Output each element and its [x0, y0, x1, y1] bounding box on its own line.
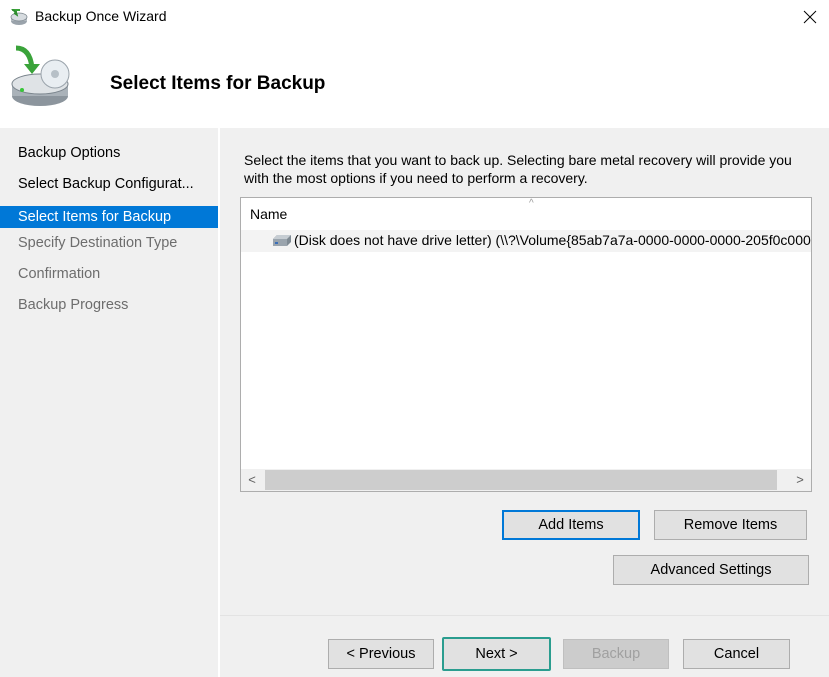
list-item-label: (Disk does not have drive letter) (\\?\V…	[294, 232, 811, 248]
horizontal-scrollbar[interactable]: < >	[241, 469, 811, 491]
previous-button[interactable]: < Previous	[328, 639, 434, 669]
step-backup-progress: Backup Progress	[18, 297, 129, 313]
next-button[interactable]: Next >	[442, 637, 551, 671]
title-bar: Backup Once Wizard	[0, 0, 829, 36]
page-title: Select Items for Backup	[110, 73, 326, 94]
cancel-button[interactable]: Cancel	[683, 639, 790, 669]
backup-wizard-icon	[10, 9, 28, 25]
backup-items-list[interactable]: Name ^ (Disk does not have drive letter)…	[240, 197, 812, 492]
drive-icon	[273, 235, 291, 246]
step-backup-options[interactable]: Backup Options	[0, 142, 218, 164]
step-specify-destination-type: Specify Destination Type	[18, 235, 178, 251]
step-select-items-for-backup[interactable]: Select Items for Backup	[0, 206, 218, 228]
backup-button: Backup	[563, 639, 669, 669]
wizard-steps-sidebar: Backup Options Select Backup Configurat.…	[0, 128, 218, 677]
scrollbar-thumb[interactable]	[265, 470, 777, 490]
scroll-right-icon[interactable]: >	[789, 469, 811, 491]
list-item[interactable]: (Disk does not have drive letter) (\\?\V…	[241, 230, 811, 252]
step-confirmation: Confirmation	[18, 266, 101, 282]
instructions-text: Select the items that you want to back u…	[244, 152, 792, 186]
add-items-button[interactable]: Add Items	[502, 510, 640, 540]
advanced-settings-button[interactable]: Advanced Settings	[613, 555, 809, 585]
sort-ascending-icon: ^	[529, 198, 534, 209]
remove-items-button[interactable]: Remove Items	[654, 510, 807, 540]
window-title: Backup Once Wizard	[35, 8, 167, 24]
wizard-header: Select Items for Backup	[0, 36, 829, 128]
column-header-name[interactable]: Name	[250, 206, 287, 222]
scroll-left-icon[interactable]: <	[241, 469, 263, 491]
backup-disk-icon	[11, 45, 70, 106]
step-select-backup-configuration[interactable]: Select Backup Configurat...	[0, 173, 218, 195]
close-icon[interactable]	[799, 6, 821, 28]
